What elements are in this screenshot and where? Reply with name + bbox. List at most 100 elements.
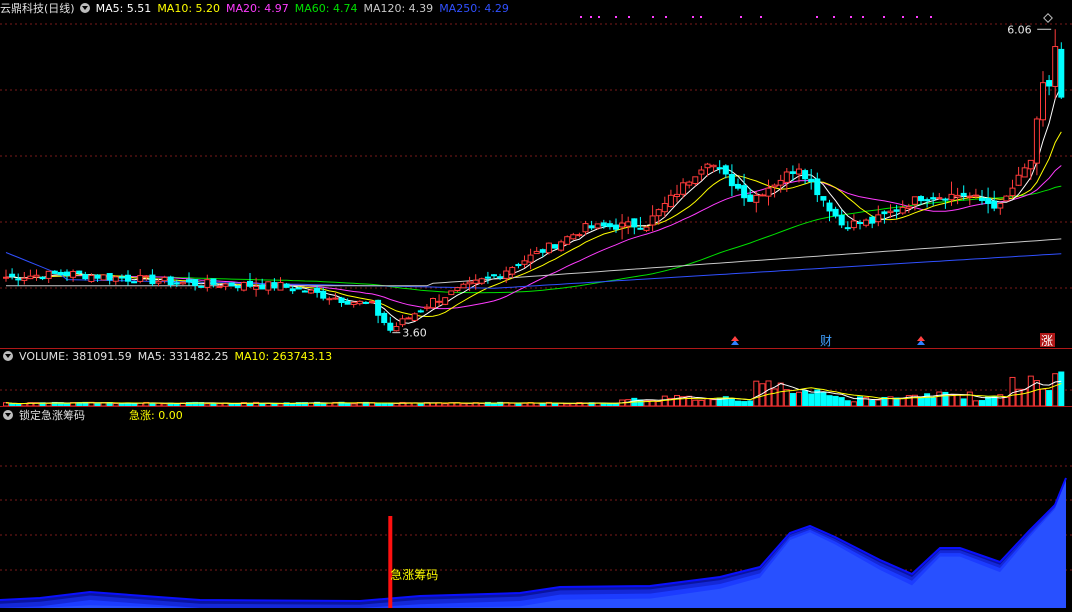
signal-dot	[916, 16, 918, 18]
candle	[289, 288, 296, 292]
candle	[600, 222, 607, 227]
signal-dot	[850, 16, 852, 18]
candle	[118, 276, 125, 279]
candle	[320, 290, 327, 299]
indicator-name: 锁定急涨筹码	[19, 409, 85, 422]
dropdown-icon[interactable]	[3, 351, 13, 361]
candle	[57, 271, 64, 276]
dropdown-icon[interactable]	[3, 410, 13, 420]
signal-dot	[652, 16, 654, 18]
candle	[966, 195, 973, 198]
price-panel[interactable]: 6.06 3.60 财 涨	[3, 13, 1065, 348]
candle	[454, 287, 461, 291]
candle	[216, 285, 223, 288]
candle	[997, 202, 1004, 209]
chart-title: 云鼎科技(日线)	[0, 2, 75, 15]
candle	[857, 221, 863, 224]
candle	[631, 218, 638, 228]
candle	[436, 300, 443, 303]
volume-bar	[966, 391, 973, 407]
volume-panel[interactable]	[3, 371, 1065, 407]
signal-dot	[692, 16, 694, 18]
candle	[594, 223, 601, 229]
candle	[509, 267, 516, 275]
candle	[515, 264, 522, 267]
candle	[954, 194, 961, 198]
ma-legend-item: MA5: 5.51	[95, 2, 152, 15]
candle	[137, 275, 144, 282]
candle	[442, 297, 449, 305]
candle	[832, 208, 839, 217]
candle	[820, 196, 827, 201]
candle	[808, 178, 815, 183]
candle	[362, 301, 369, 304]
signal-dot	[740, 16, 742, 18]
volume-bar	[820, 391, 827, 407]
candle	[771, 184, 778, 188]
price-header: 云鼎科技(日线) MA5: 5.51 MA10: 5.20 MA20: 4.97 MA6…	[0, 1, 521, 17]
volume-bar	[777, 382, 784, 407]
candle	[149, 274, 156, 285]
candle	[747, 194, 754, 202]
candle	[21, 277, 28, 281]
indicator-panel[interactable]: 急涨筹码	[0, 477, 1067, 608]
candle	[1033, 118, 1040, 164]
low-label: 3.60	[402, 327, 427, 340]
volume-bar	[1052, 373, 1059, 407]
candle	[484, 276, 491, 279]
candle	[222, 283, 229, 287]
candle	[979, 197, 985, 201]
candle	[1046, 80, 1053, 87]
ma-legend-item: MA250: 4.29	[439, 2, 509, 15]
candle	[381, 312, 388, 324]
candle	[460, 283, 467, 289]
candle	[448, 290, 455, 296]
candle	[1015, 174, 1022, 186]
volume-legend-item: MA10: 263743.13	[234, 350, 333, 363]
volume-bar	[1021, 388, 1028, 407]
candle	[204, 279, 211, 288]
candle	[27, 275, 34, 280]
ma-legend-item: MA60: 4.74	[294, 2, 358, 15]
event-badge: 财	[820, 334, 832, 348]
signal-dot	[598, 16, 600, 18]
candle	[405, 317, 412, 320]
candle	[39, 276, 46, 280]
dropdown-icon[interactable]	[79, 3, 90, 13]
candle	[521, 260, 528, 265]
candle	[863, 219, 870, 226]
candle	[1003, 195, 1010, 202]
panel-divider	[0, 406, 1072, 407]
candle	[198, 285, 205, 288]
candle	[430, 298, 436, 309]
candle	[94, 274, 101, 279]
signal-dot	[580, 16, 582, 18]
candle	[783, 171, 790, 183]
candle	[240, 281, 247, 291]
candle	[533, 250, 540, 255]
candle	[64, 271, 70, 276]
ma-legend: MA5: 5.51 MA10: 5.20 MA20: 4.97 MA60: 4.74 M…	[96, 2, 515, 15]
candle	[350, 301, 357, 305]
candle	[844, 227, 851, 230]
candle	[680, 182, 687, 195]
candle	[613, 224, 619, 230]
candle	[173, 282, 180, 285]
candle	[539, 249, 546, 253]
candle	[265, 281, 272, 291]
stock-chart[interactable]: 6.06 3.60 财 涨 急涨筹码	[0, 0, 1072, 612]
volume-bar	[771, 388, 778, 407]
ma-legend-item: MA120: 4.39	[363, 2, 434, 15]
candle	[88, 274, 95, 283]
candle	[228, 282, 235, 287]
signal-dot	[700, 16, 702, 18]
candle	[753, 194, 760, 203]
candle	[637, 227, 644, 230]
volume-legend-item: VOLUME: 381091.59	[19, 350, 132, 363]
candle	[1009, 187, 1016, 197]
signal-dot	[628, 16, 630, 18]
candle	[15, 278, 22, 281]
event-arrow-icon	[731, 336, 739, 341]
candle	[960, 192, 967, 197]
candle	[661, 203, 668, 213]
